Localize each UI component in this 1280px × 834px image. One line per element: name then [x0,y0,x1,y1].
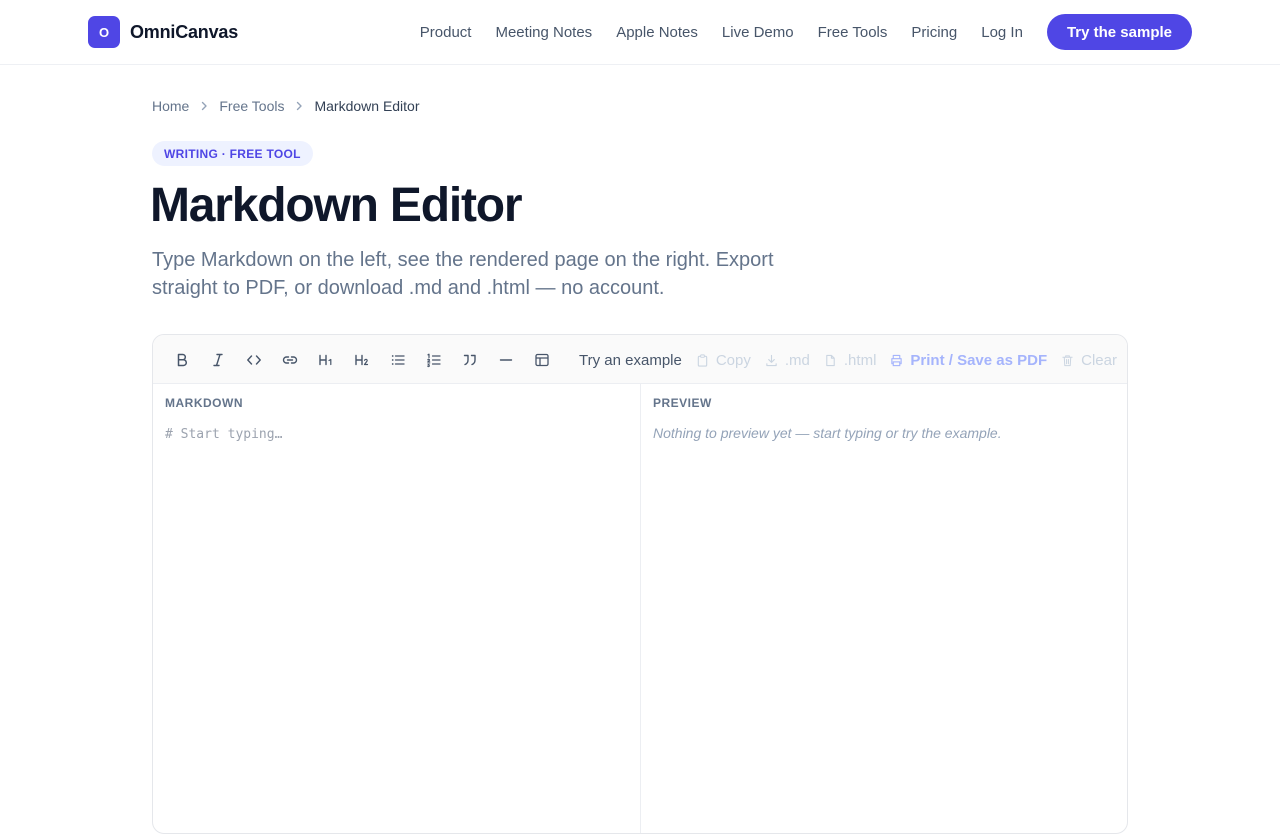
file-icon [824,354,844,367]
link-button[interactable] [277,347,303,373]
main-nav: Product Meeting Notes Apple Notes Live D… [420,14,1192,50]
logo-icon: O [88,16,120,48]
brand-name: OmniCanvas [130,21,239,42]
heading-1-button[interactable] [313,347,339,373]
markdown-editor-card: Try an example Copy .md .html Print / Sa… [152,334,1128,834]
breadcrumb: Home Free Tools Markdown Editor [152,96,420,116]
download-icon [765,354,785,367]
editor-actions: Try an example Copy .md .html Print / Sa… [579,347,1117,373]
table-icon [534,352,550,368]
preview-pane-label: PREVIEW [653,396,712,410]
try-sample-button[interactable]: Try the sample [1046,14,1192,50]
heading-2-icon [354,352,370,368]
chevron-right-icon [198,100,210,112]
page-subtitle: Type Markdown on the left, see the rende… [152,249,774,299]
heading-1-icon [318,352,334,368]
bold-button[interactable] [169,347,195,373]
download-md-button[interactable]: .md [765,352,810,369]
printer-icon [890,354,910,367]
chevron-right-icon [293,100,305,112]
nav-link-pricing[interactable]: Pricing [911,24,957,41]
download-md-label: .md [784,351,810,369]
bold-icon [174,352,190,368]
nav-link-apple-notes[interactable]: Apple Notes [616,24,698,41]
code-icon [246,352,262,368]
bullet-list-icon [390,352,406,368]
editor-toolbar: Try an example Copy .md .html Print / Sa… [153,335,1127,384]
nav-link-live-demo[interactable]: Live Demo [722,24,794,41]
download-html-button[interactable]: .html [824,351,877,369]
horizontal-rule-button[interactable] [493,347,519,373]
bullet-list-button[interactable] [385,347,411,373]
markdown-input[interactable] [165,424,629,824]
code-button[interactable] [241,347,267,373]
link-icon [282,352,298,368]
numbered-list-icon [426,352,442,368]
category-tag: WRITING · FREE TOOL [152,141,313,166]
copy-button[interactable]: Copy [696,352,751,369]
italic-icon [210,352,226,368]
quote-button[interactable] [457,347,483,373]
top-navigation-bar: O OmniCanvas Product Meeting Notes Apple… [0,0,1280,65]
preview-empty-state: Nothing to preview yet — start typing or… [653,425,1002,441]
preview-pane: PREVIEW Nothing to preview yet — start t… [641,384,1127,833]
brand-logo-link[interactable]: O OmniCanvas [88,16,238,48]
horizontal-rule-icon [498,352,514,368]
breadcrumb-home[interactable]: Home [152,98,189,114]
italic-button[interactable] [205,347,231,373]
copy-label: Copy [715,351,751,369]
trash-icon [1061,354,1081,367]
breadcrumb-current: Markdown Editor [314,98,420,114]
print-pdf-label: Print / Save as PDF [910,351,1048,369]
breadcrumb-free-tools[interactable]: Free Tools [219,98,284,114]
markdown-pane: MARKDOWN [153,384,641,833]
page-title: Markdown Editor [150,179,523,232]
clear-button[interactable]: Clear [1061,352,1117,369]
clipboard-icon [696,353,716,367]
print-pdf-button[interactable]: Print / Save as PDF [890,352,1047,369]
nav-link-meeting-notes[interactable]: Meeting Notes [495,24,592,41]
quote-icon [462,352,478,368]
numbered-list-button[interactable] [421,347,447,373]
table-button[interactable] [529,347,555,373]
download-html-label: .html [843,351,877,369]
markdown-pane-label: MARKDOWN [165,396,243,410]
nav-link-free-tools[interactable]: Free Tools [818,24,888,41]
nav-link-log-in[interactable]: Log In [981,24,1023,41]
clear-label: Clear [1081,351,1117,369]
try-example-button[interactable]: Try an example [579,352,682,369]
nav-link-product[interactable]: Product [420,24,472,41]
heading-2-button[interactable] [349,347,375,373]
